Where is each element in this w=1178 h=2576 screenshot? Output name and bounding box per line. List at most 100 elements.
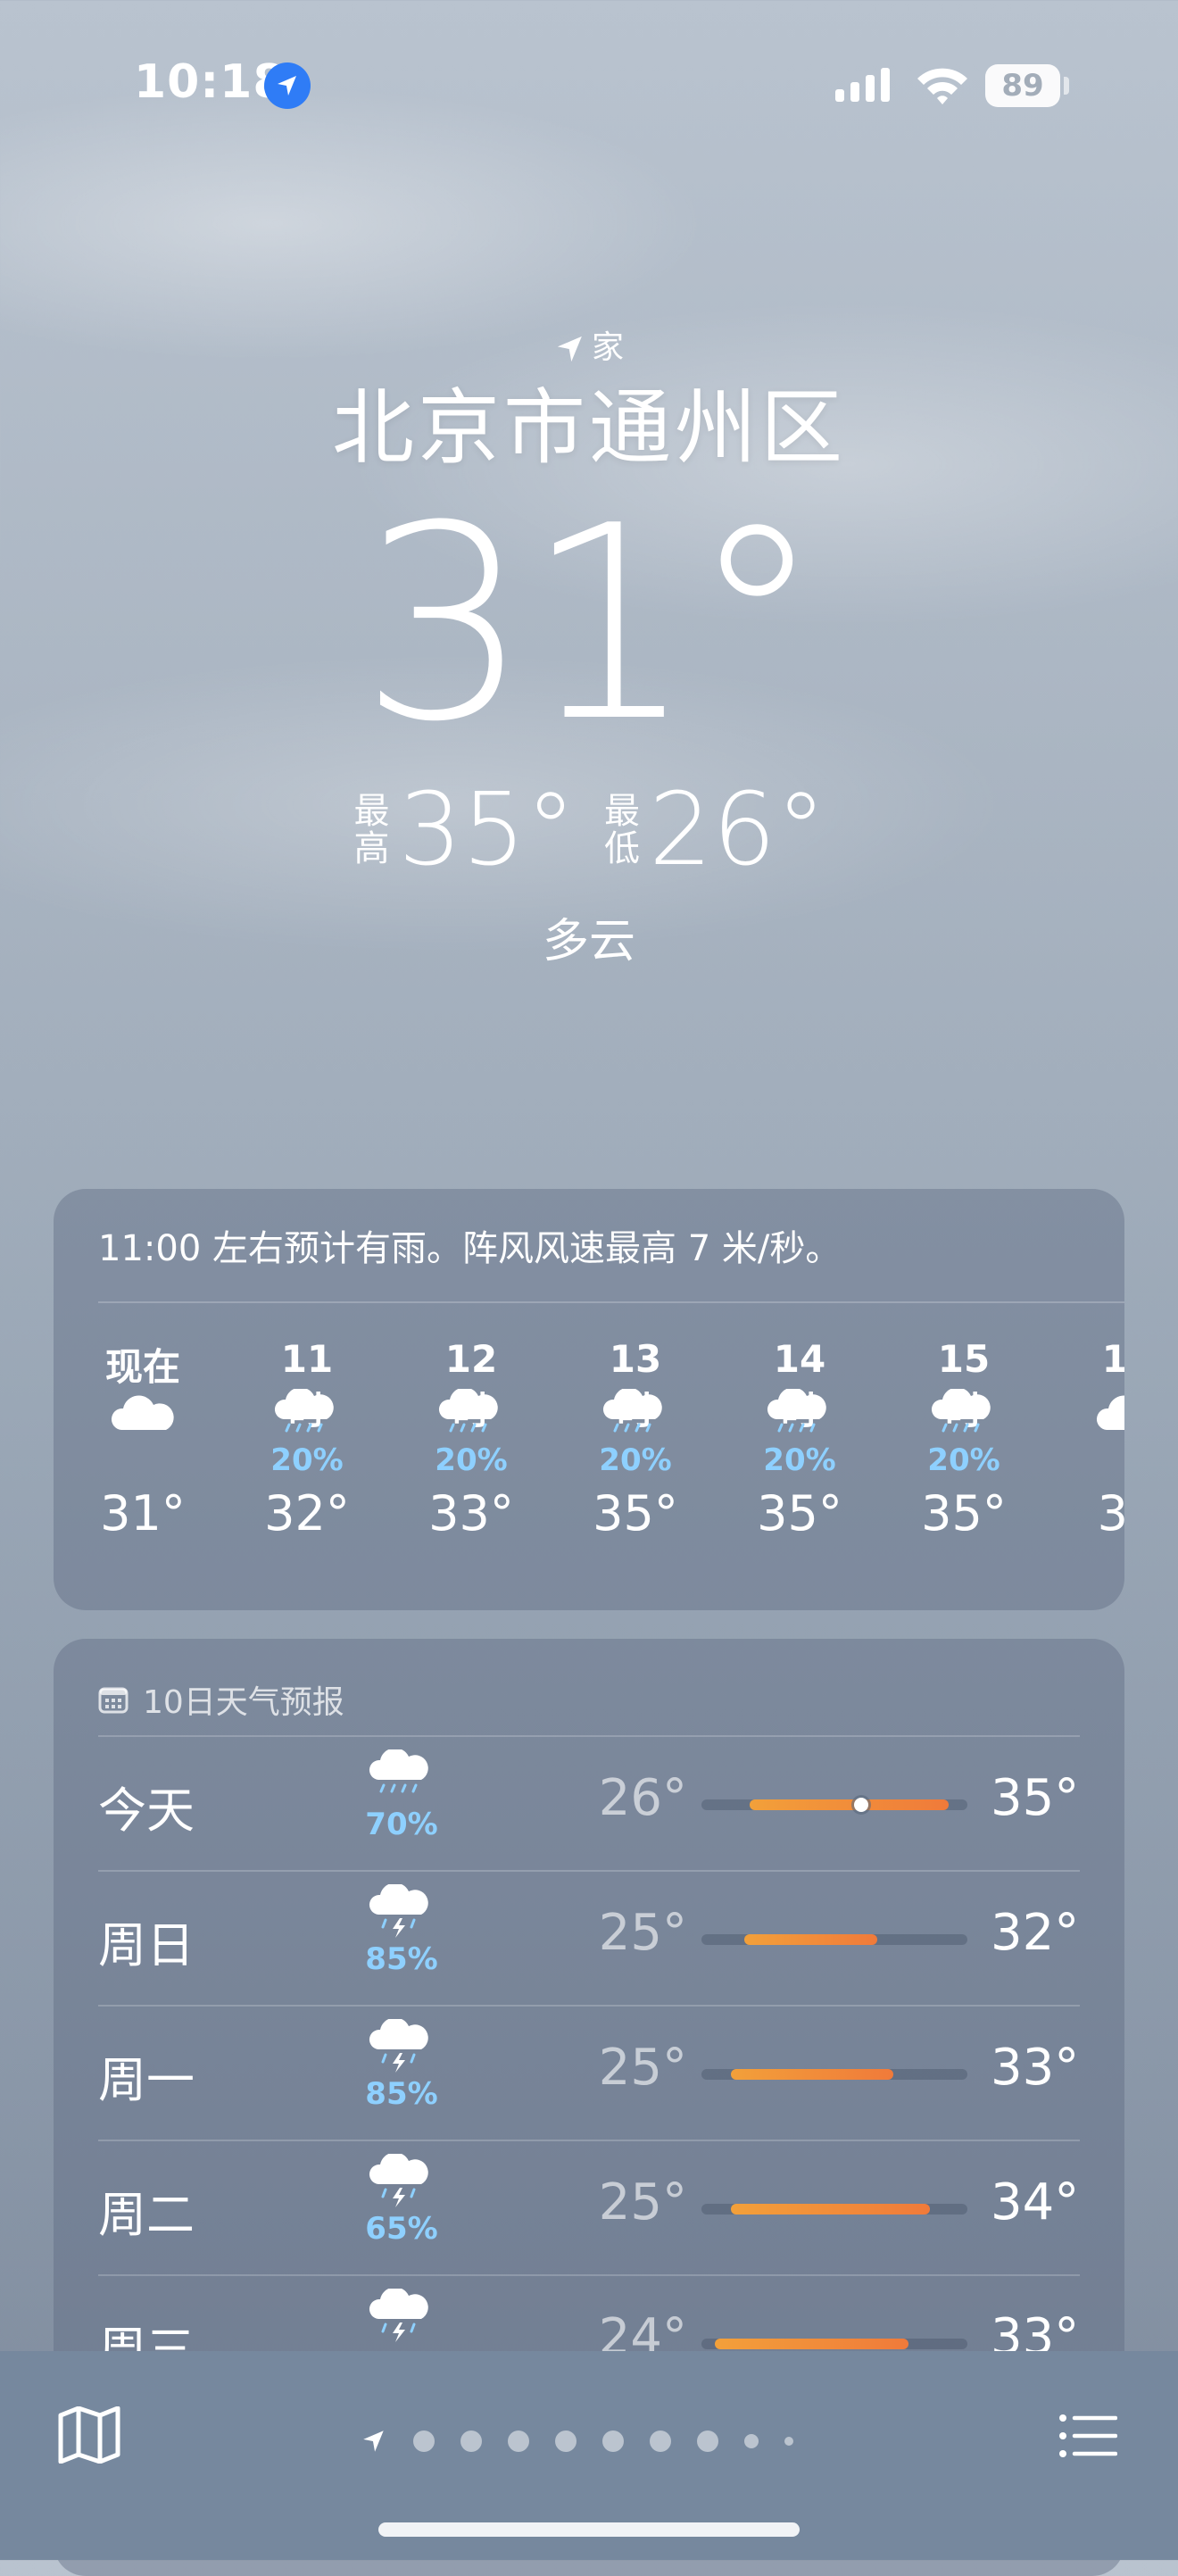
hour-precip-chance: 20% <box>763 1442 836 1478</box>
daily-row[interactable]: 周二 65% 25° 34° <box>54 2141 1079 2275</box>
temperature-range-bar <box>701 2204 967 2215</box>
hour-temperature: 31° <box>100 1485 186 1541</box>
day-name: 周日 <box>98 1917 195 1974</box>
cloud-bolt-rain-icon <box>366 1882 437 1940</box>
day-high-temp: 34° <box>991 2173 1080 2231</box>
day-name: 周二 <box>98 2187 195 2243</box>
page-dot[interactable] <box>744 2434 759 2448</box>
high-temp-group: 最高 35° <box>352 772 576 888</box>
temperature-range-bar <box>701 2069 967 2080</box>
daily-row[interactable]: 周一 85% 25° 33° <box>54 2007 1079 2140</box>
cloud-rain-icon <box>271 1387 343 1442</box>
hour-temperature: 32° <box>264 1485 350 1541</box>
status-bar: 10:18 89 <box>0 0 1178 170</box>
day-precip-chance: 85% <box>365 1941 438 1977</box>
high-temperature: 35° <box>398 772 576 888</box>
page-dot[interactable] <box>784 2437 793 2446</box>
cloud-rain-icon <box>436 1387 507 1442</box>
current-temp-marker <box>853 1798 868 1812</box>
map-icon[interactable] <box>57 2406 121 2464</box>
hourly-list[interactable]: 现在 31° 11时 20% 32° 12时 20% 33° 13时 20% 3… <box>98 1337 1124 1587</box>
low-label: 最低 <box>604 791 640 869</box>
page-dot[interactable] <box>697 2431 718 2452</box>
hour-temperature: 35 <box>1097 1485 1124 1541</box>
page-dot[interactable] <box>555 2431 577 2452</box>
cellular-signal-icon <box>835 68 890 102</box>
hour-temperature: 35° <box>593 1485 678 1541</box>
cloud-rain-icon <box>366 1748 437 1805</box>
home-indicator[interactable] <box>378 2522 800 2537</box>
hour-temperature: 35° <box>921 1485 1007 1541</box>
day-low-temp: 26° <box>598 1769 687 1827</box>
current-location-page-icon[interactable] <box>361 2428 387 2455</box>
calendar-icon <box>98 1687 129 1714</box>
page-dot[interactable] <box>413 2431 435 2452</box>
current-weather: 家 北京市通州区 31° 最高 35° 最低 26° 多云 <box>0 321 1178 970</box>
page-dot[interactable] <box>508 2431 529 2452</box>
hour-precip-chance: 20% <box>270 1442 344 1478</box>
hourly-item: 12时 20% 33° <box>427 1337 591 1587</box>
hourly-item: 11时 20% 32° <box>262 1337 427 1587</box>
cloud-bolt-rain-icon <box>366 2017 437 2074</box>
city-list-icon[interactable] <box>1058 2414 1117 2458</box>
cloud-rain-icon <box>764 1387 835 1442</box>
page-dot[interactable] <box>460 2431 482 2452</box>
day-precip-chance: 65% <box>365 2211 438 2247</box>
hourly-item: 现在 31° <box>98 1337 262 1587</box>
hour-time: 现在 <box>104 1345 180 1389</box>
hour-temperature: 33° <box>428 1485 514 1541</box>
location-arrow-icon <box>557 336 582 362</box>
day-name: 周一 <box>98 2052 195 2108</box>
temperature-range-bar <box>701 1934 967 1945</box>
home-label: 家 <box>591 329 624 366</box>
wifi-icon <box>917 68 967 104</box>
daily-row[interactable]: 周日 85% 25° 32° <box>54 1872 1079 2006</box>
temperature-range-fill <box>730 2204 931 2215</box>
forecast-summary: 11:00 左右预计有雨。阵风风速最高 7 米/秒。 <box>98 1228 842 1269</box>
battery-cap <box>1064 77 1069 95</box>
cloud-icon <box>1092 1389 1124 1442</box>
day-high-temp: 33° <box>991 2039 1080 2097</box>
home-location-row: 家 <box>0 321 1178 375</box>
cloud-rain-icon <box>928 1387 1000 1442</box>
hour-time: 16 <box>1101 1337 1124 1381</box>
battery-indicator: 89 <box>985 64 1060 107</box>
status-time: 10:18 <box>134 55 286 109</box>
hourly-item: 13时 20% 35° <box>591 1337 755 1587</box>
temperature-range-fill <box>749 1799 950 1810</box>
page-dot[interactable] <box>602 2431 624 2452</box>
city-name: 北京市通州区 <box>331 380 846 476</box>
weather-condition: 多云 <box>542 915 635 968</box>
day-low-temp: 25° <box>598 2173 687 2231</box>
low-temperature: 26° <box>649 772 826 888</box>
cloud-rain-icon <box>600 1387 671 1442</box>
page-indicator[interactable] <box>361 2428 819 2455</box>
day-name: 今天 <box>98 1782 195 1839</box>
temperature-range-bar <box>701 1798 967 1812</box>
high-label: 最高 <box>353 791 390 869</box>
page-dot[interactable] <box>650 2431 671 2452</box>
day-low-temp: 25° <box>598 2039 687 2097</box>
day-high-temp: 35° <box>991 1769 1080 1827</box>
cloud-bolt-rain-icon <box>366 2287 437 2344</box>
location-services-icon <box>264 62 311 109</box>
day-precip-chance: 85% <box>365 2076 438 2112</box>
card-divider <box>98 1301 1124 1303</box>
ten-day-title: 10日天气预报 <box>143 1684 344 1721</box>
temperature-range-bar <box>701 2339 967 2349</box>
high-low-row: 最高 35° 最低 26° <box>0 772 1178 888</box>
temperature-range-fill <box>743 1934 877 1945</box>
daily-row[interactable]: 今天 70% 26° 35° <box>54 1737 1079 1871</box>
hourly-item: 14时 20% 35° <box>755 1337 919 1587</box>
hour-precip-chance: 20% <box>927 1442 1000 1478</box>
hourly-forecast-card[interactable]: 11:00 左右预计有雨。阵风风速最高 7 米/秒。 现在 31° 11时 20… <box>54 1189 1124 1610</box>
day-precip-chance: 70% <box>365 1807 438 1842</box>
temperature-range-fill <box>714 2339 909 2349</box>
hourly-item: 16 35 <box>1083 1337 1124 1587</box>
ten-day-header: 10日天气预报 <box>98 1676 344 1723</box>
cloud-bolt-rain-icon <box>366 2152 437 2209</box>
cloud-icon <box>107 1389 178 1442</box>
day-high-temp: 32° <box>991 1904 1080 1962</box>
current-temperature: 31° <box>360 469 824 780</box>
low-temp-group: 最低 26° <box>602 772 826 888</box>
